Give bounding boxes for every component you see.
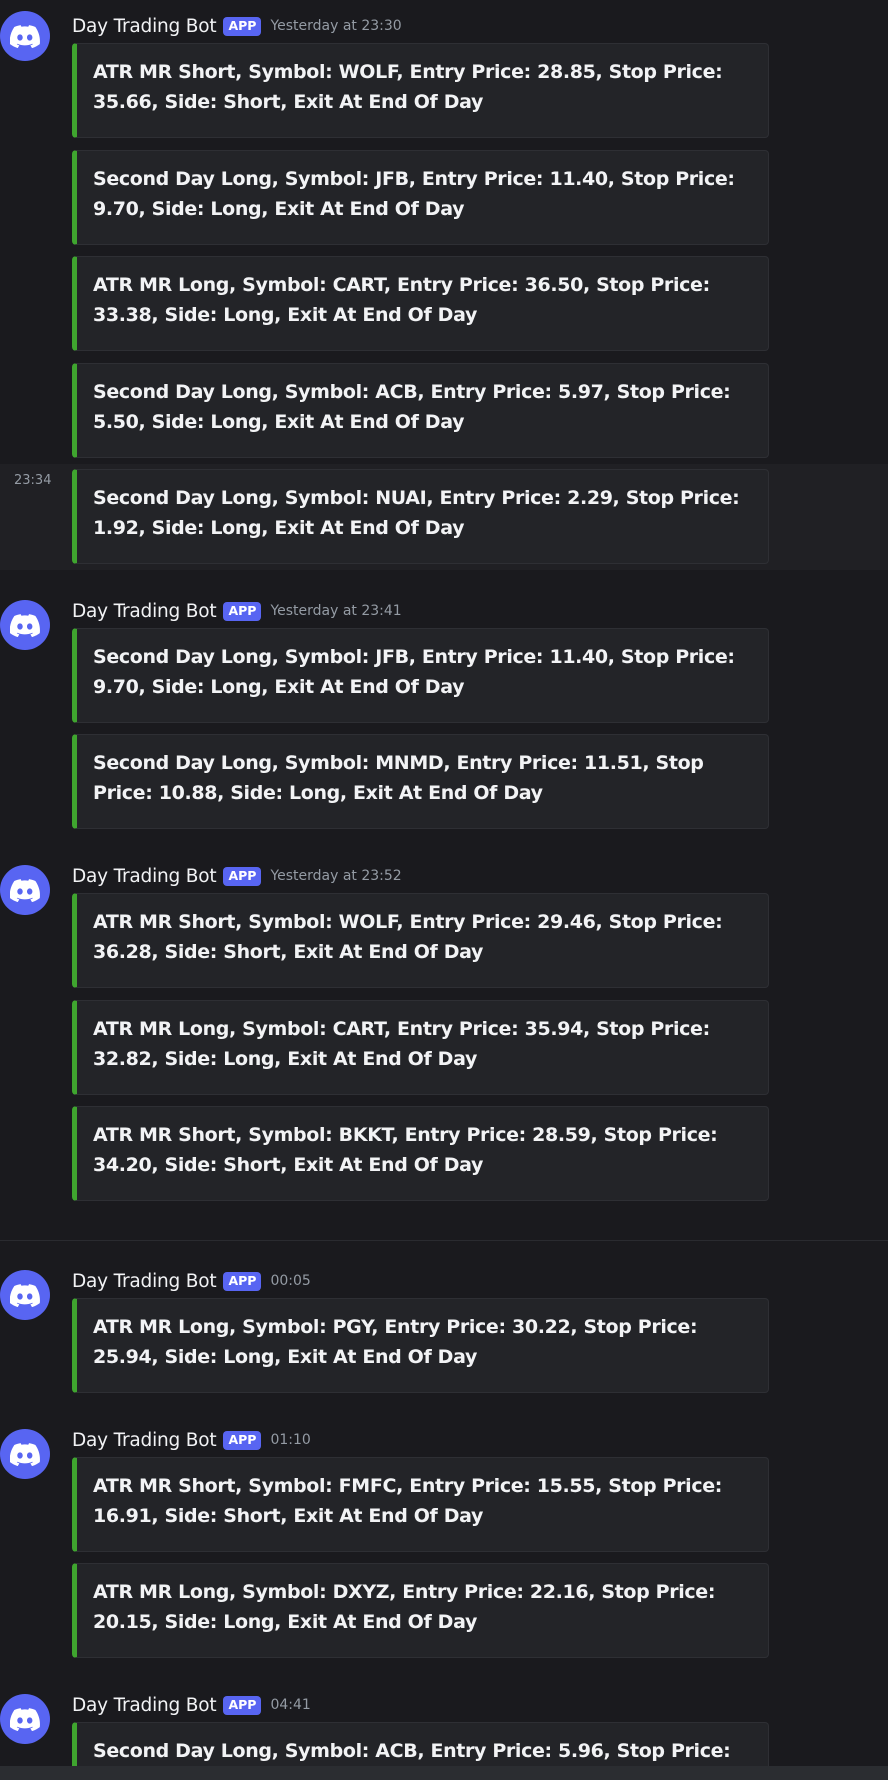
bot-avatar[interactable] xyxy=(0,1694,50,1744)
signal-embed: ATR MR Long, Symbol: CART, Entry Price: … xyxy=(72,256,769,351)
signal-embed: ATR MR Long, Symbol: DXYZ, Entry Price: … xyxy=(72,1563,769,1658)
signal-embed: Second Day Long, Symbol: JFB, Entry Pric… xyxy=(72,150,769,245)
discord-logo-icon xyxy=(10,1283,40,1307)
discord-logo-icon xyxy=(10,1442,40,1466)
bot-username[interactable]: Day Trading Bot xyxy=(72,1430,217,1451)
bot-avatar[interactable] xyxy=(0,865,50,915)
message-timestamp[interactable]: Yesterday at 23:30 xyxy=(270,18,401,34)
message-timestamp[interactable]: 01:10 xyxy=(270,1432,310,1448)
embed-description: Second Day Long, Symbol: JFB, Entry Pric… xyxy=(93,646,735,698)
signal-embed: ATR MR Short, Symbol: WOLF, Entry Price:… xyxy=(72,43,769,138)
bot-username[interactable]: Day Trading Bot xyxy=(72,1695,217,1716)
embed-description: Second Day Long, Symbol: ACB, Entry Pric… xyxy=(93,1740,731,1762)
embed-description: ATR MR Short, Symbol: WOLF, Entry Price:… xyxy=(93,911,723,963)
signal-embed: ATR MR Short, Symbol: WOLF, Entry Price:… xyxy=(72,893,769,988)
embed-description: ATR MR Short, Symbol: FMFC, Entry Price:… xyxy=(93,1475,723,1527)
discord-logo-icon xyxy=(10,24,40,48)
signal-embed: Second Day Long, Symbol: ACB, Entry Pric… xyxy=(72,1722,769,1766)
embed-description: ATR MR Long, Symbol: CART, Entry Price: … xyxy=(93,274,710,326)
message-header: Day Trading Bot APP 01:10 xyxy=(72,1428,311,1452)
message-timestamp[interactable]: Yesterday at 23:52 xyxy=(270,868,401,884)
message-timestamp[interactable]: 00:05 xyxy=(270,1273,310,1289)
discord-logo-icon xyxy=(10,613,40,637)
day-divider xyxy=(0,1240,888,1241)
embed-description: ATR MR Short, Symbol: WOLF, Entry Price:… xyxy=(93,61,723,113)
app-badge: APP xyxy=(223,1271,262,1291)
bot-username[interactable]: Day Trading Bot xyxy=(72,866,217,887)
app-badge: APP xyxy=(223,16,262,36)
followup-timestamp[interactable]: 23:34 xyxy=(14,473,51,488)
signal-embed: ATR MR Short, Symbol: BKKT, Entry Price:… xyxy=(72,1106,769,1201)
embed-description: ATR MR Long, Symbol: PGY, Entry Price: 3… xyxy=(93,1316,698,1368)
embed-description: Second Day Long, Symbol: JFB, Entry Pric… xyxy=(93,168,735,220)
embed-description: Second Day Long, Symbol: NUAI, Entry Pri… xyxy=(93,487,740,539)
discord-logo-icon xyxy=(10,878,40,902)
signal-embed: ATR MR Short, Symbol: FMFC, Entry Price:… xyxy=(72,1457,769,1552)
signal-embed: Second Day Long, Symbol: ACB, Entry Pric… xyxy=(72,363,769,458)
message-header: Day Trading Bot APP 00:05 xyxy=(72,1269,311,1293)
bot-avatar[interactable] xyxy=(0,11,50,61)
signal-embed: ATR MR Long, Symbol: CART, Entry Price: … xyxy=(72,1000,769,1095)
message-header: Day Trading Bot APP 04:41 xyxy=(72,1693,311,1717)
message-header: Day Trading Bot APP Yesterday at 23:52 xyxy=(72,864,402,888)
message-header: Day Trading Bot APP Yesterday at 23:41 xyxy=(72,599,402,623)
app-badge: APP xyxy=(223,1430,262,1450)
embed-description: Second Day Long, Symbol: MNMD, Entry Pri… xyxy=(93,752,704,804)
message-timestamp[interactable]: Yesterday at 23:41 xyxy=(270,603,401,619)
bot-username[interactable]: Day Trading Bot xyxy=(72,16,217,37)
bottom-bar xyxy=(0,1766,888,1780)
bot-username[interactable]: Day Trading Bot xyxy=(72,1271,217,1292)
bot-avatar[interactable] xyxy=(0,1270,50,1320)
embed-description: ATR MR Short, Symbol: BKKT, Entry Price:… xyxy=(93,1124,718,1176)
app-badge: APP xyxy=(223,601,262,621)
message-header: Day Trading Bot APP Yesterday at 23:30 xyxy=(72,14,402,38)
message-timestamp[interactable]: 04:41 xyxy=(270,1697,310,1713)
embed-description: ATR MR Long, Symbol: CART, Entry Price: … xyxy=(93,1018,710,1070)
chat-messages: Day Trading Bot APP Yesterday at 23:30 A… xyxy=(0,0,888,1766)
bot-username[interactable]: Day Trading Bot xyxy=(72,601,217,622)
signal-embed: ATR MR Long, Symbol: PGY, Entry Price: 3… xyxy=(72,1298,769,1393)
bot-avatar[interactable] xyxy=(0,1429,50,1479)
bot-avatar[interactable] xyxy=(0,600,50,650)
signal-embed: Second Day Long, Symbol: JFB, Entry Pric… xyxy=(72,628,769,723)
embed-description: Second Day Long, Symbol: ACB, Entry Pric… xyxy=(93,381,731,433)
signal-embed: Second Day Long, Symbol: MNMD, Entry Pri… xyxy=(72,734,769,829)
signal-embed: Second Day Long, Symbol: NUAI, Entry Pri… xyxy=(72,469,769,564)
embed-description: ATR MR Long, Symbol: DXYZ, Entry Price: … xyxy=(93,1581,716,1633)
discord-logo-icon xyxy=(10,1707,40,1731)
app-badge: APP xyxy=(223,866,262,886)
app-badge: APP xyxy=(223,1695,262,1715)
